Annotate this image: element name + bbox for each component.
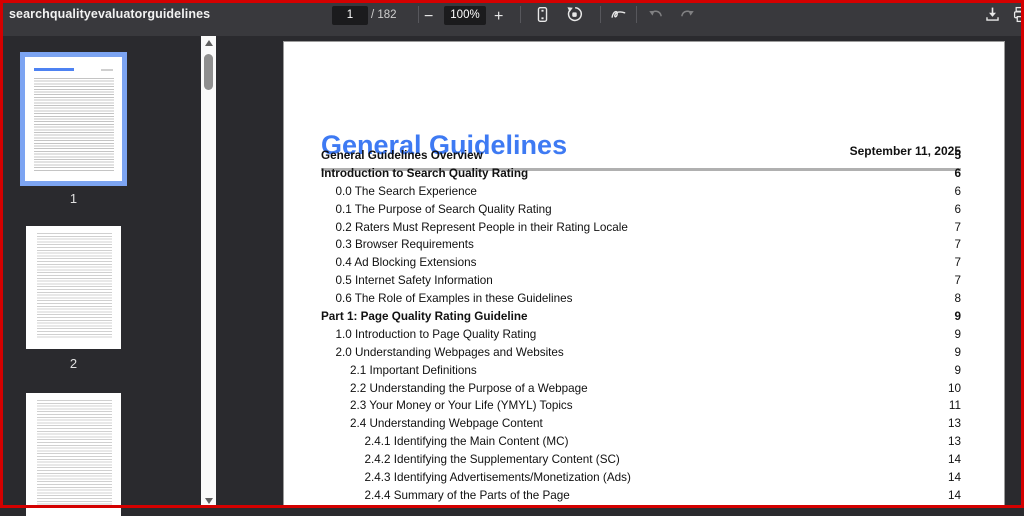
- toc-entry[interactable]: 1.0 Introduction to Page Quality Rating …: [321, 326, 961, 344]
- toc-entry-page-number: 5: [954, 147, 961, 165]
- toc-entry-text[interactable]: 2.3 Your Money or Your Life (YMYL) Topic…: [321, 399, 573, 412]
- toc-entry-text[interactable]: 0.2 Raters Must Represent People in thei…: [321, 221, 628, 234]
- toc-entry-page-number: 6: [954, 183, 961, 201]
- toc-entry-page-number: 14: [948, 487, 961, 505]
- thumbnail-page-3[interactable]: [26, 393, 121, 516]
- thumbnail-date-line: [101, 69, 114, 71]
- toc-entry-page-number: 7: [954, 219, 961, 237]
- toolbar-divider: [600, 6, 601, 23]
- redo-icon[interactable]: [678, 6, 695, 23]
- toc-entry[interactable]: 0.4 Ad Blocking Extensions 7: [321, 254, 961, 272]
- toc-entry[interactable]: Introduction to Search Quality Rating 6: [321, 165, 961, 183]
- toc-entry-page-number: 7: [954, 272, 961, 290]
- thumbnail-text-lines: [34, 78, 115, 172]
- toolbar-divider: [636, 6, 637, 23]
- toc-entry[interactable]: 2.4 Understanding Webpage Content 13: [321, 415, 961, 433]
- toc-entry-text[interactable]: Part 1: Page Quality Rating Guideline: [321, 310, 528, 323]
- toolbar-divider: [520, 6, 521, 23]
- toc-entry[interactable]: 2.4.2 Identifying the Supplementary Cont…: [321, 451, 961, 469]
- toc-entry-page-number: 14: [948, 451, 961, 469]
- thumbnail-text-lines: [37, 400, 112, 506]
- toc-entry-text[interactable]: 0.4 Ad Blocking Extensions: [321, 256, 477, 269]
- toc-entry-page-number: 9: [954, 326, 961, 344]
- toc-entry-text[interactable]: 0.3 Browser Requirements: [321, 238, 474, 251]
- fit-page-icon[interactable]: [534, 6, 551, 23]
- toc-entry[interactable]: General Guidelines Overview 5: [321, 147, 961, 165]
- toc-entry-page-number: 8: [954, 290, 961, 308]
- thumbnail-page-2[interactable]: [26, 226, 121, 349]
- toc-entry-page-number: 9: [954, 308, 961, 326]
- toc-entry-text[interactable]: 2.4.1 Identifying the Main Content (MC): [321, 435, 568, 448]
- toc-entry[interactable]: 0.6 The Role of Examples in these Guidel…: [321, 290, 961, 308]
- toc-entry[interactable]: 0.3 Browser Requirements 7: [321, 236, 961, 254]
- thumbnail-page-1[interactable]: [20, 52, 127, 186]
- toc-entry-text[interactable]: 2.4.2 Identifying the Supplementary Cont…: [321, 453, 620, 466]
- zoom-out-button[interactable]: −: [424, 9, 433, 25]
- toc-entry-page-number: 13: [948, 433, 961, 451]
- toc-entry-text[interactable]: 2.4.4 Summary of the Parts of the Page: [321, 489, 570, 502]
- scroll-down-arrow-icon[interactable]: [201, 494, 216, 508]
- document-filename: searchqualityevaluatorguidelines: [9, 7, 210, 21]
- thumbnail-panel: 1 2: [0, 36, 216, 508]
- toc-entry-page-number: 6: [954, 201, 961, 219]
- toc-entry-page-number: 9: [954, 362, 961, 380]
- page-total-label: / 182: [371, 9, 397, 21]
- thumbnail-label-1: 1: [20, 191, 127, 206]
- toc-entry[interactable]: 0.0 The Search Experience 6: [321, 183, 961, 201]
- toc-entry-text[interactable]: 0.1 The Purpose of Search Quality Rating: [321, 203, 552, 216]
- toc-entry-page-number: 7: [954, 254, 961, 272]
- toc-entry[interactable]: 2.4.1 Identifying the Main Content (MC) …: [321, 433, 961, 451]
- zoom-level-input[interactable]: [444, 6, 486, 25]
- thumbnail-page-1-preview: [25, 57, 122, 181]
- toc-entry-text[interactable]: 2.0 Understanding Webpages and Websites: [321, 346, 564, 359]
- table-of-contents: General Guidelines Overview 5 Introducti…: [321, 147, 961, 505]
- toc-entry-page-number: 9: [954, 344, 961, 362]
- toc-entry-text[interactable]: 0.0 The Search Experience: [321, 185, 477, 198]
- pdf-toolbar: searchqualityevaluatorguidelines / 182 −…: [0, 0, 1024, 36]
- print-icon[interactable]: [1013, 6, 1024, 23]
- toc-entry[interactable]: 2.1 Important Definitions 9: [321, 362, 961, 380]
- toc-entry[interactable]: 2.4.4 Summary of the Parts of the Page 1…: [321, 487, 961, 505]
- page-number-input[interactable]: [332, 6, 368, 25]
- toc-entry[interactable]: 2.3 Your Money or Your Life (YMYL) Topic…: [321, 397, 961, 415]
- zoom-in-button[interactable]: +: [494, 9, 503, 25]
- scrollbar-thumb[interactable]: [204, 54, 213, 90]
- toc-entry-page-number: 6: [954, 165, 961, 183]
- toc-entry-page-number: 10: [948, 380, 961, 398]
- toc-entry-text[interactable]: 1.0 Introduction to Page Quality Rating: [321, 328, 536, 341]
- scroll-up-arrow-icon[interactable]: [201, 36, 216, 50]
- download-icon[interactable]: [984, 6, 1001, 23]
- toc-entry[interactable]: 0.2 Raters Must Represent People in thei…: [321, 219, 961, 237]
- toc-entry-page-number: 13: [948, 415, 961, 433]
- toc-entry[interactable]: 0.5 Internet Safety Information 7: [321, 272, 961, 290]
- toc-entry-page-number: 11: [949, 397, 961, 415]
- toc-entry[interactable]: Part 1: Page Quality Rating Guideline 9: [321, 308, 961, 326]
- toc-entry[interactable]: 2.2 Understanding the Purpose of a Webpa…: [321, 380, 961, 398]
- toc-entry-text[interactable]: General Guidelines Overview: [321, 149, 483, 162]
- toc-entry[interactable]: 2.4.3 Identifying Advertisements/Monetiz…: [321, 469, 961, 487]
- toc-entry-page-number: 7: [954, 236, 961, 254]
- toc-entry[interactable]: 0.1 The Purpose of Search Quality Rating…: [321, 201, 961, 219]
- toc-entry[interactable]: 2.0 Understanding Webpages and Websites …: [321, 344, 961, 362]
- toc-entry-text[interactable]: 2.2 Understanding the Purpose of a Webpa…: [321, 382, 588, 395]
- toc-entry-text[interactable]: Introduction to Search Quality Rating: [321, 167, 528, 180]
- annotate-pen-icon[interactable]: [610, 6, 627, 23]
- toc-entry-text[interactable]: 0.5 Internet Safety Information: [321, 274, 493, 287]
- toc-entry-text[interactable]: 2.4 Understanding Webpage Content: [321, 417, 543, 430]
- thumbnail-label-2: 2: [26, 356, 121, 371]
- toc-entry-page-number: 14: [948, 469, 961, 487]
- thumbnail-title-line: [34, 68, 75, 71]
- toc-entry-text[interactable]: 2.4.3 Identifying Advertisements/Monetiz…: [321, 471, 631, 484]
- pdf-page: General Guidelines September 11, 2025 Ge…: [283, 41, 1005, 508]
- toolbar-divider: [418, 6, 419, 23]
- toc-entry-text[interactable]: 2.1 Important Definitions: [321, 364, 477, 377]
- thumbnail-scrollbar[interactable]: [201, 36, 216, 508]
- undo-icon[interactable]: [648, 6, 665, 23]
- rotate-counterclockwise-icon[interactable]: [566, 6, 583, 23]
- thumbnail-text-lines: [37, 233, 112, 339]
- toc-entry-text[interactable]: 0.6 The Role of Examples in these Guidel…: [321, 292, 572, 305]
